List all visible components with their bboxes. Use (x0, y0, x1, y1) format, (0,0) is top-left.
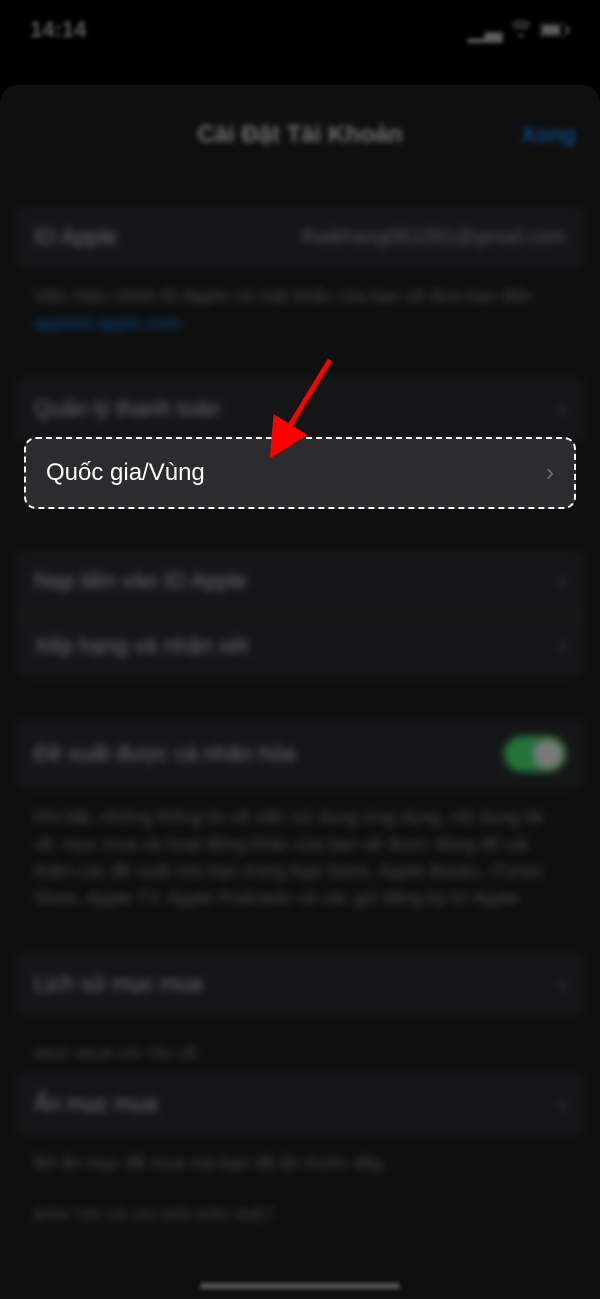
country-region-row[interactable]: Quốc gia/Vùng › (24, 437, 576, 509)
chevron-right-icon: › (558, 632, 566, 660)
hidden-purchases-label: Ẩn mục mua (34, 1091, 158, 1117)
apple-id-group: ID Apple thaikhang061091@gmail.com (14, 205, 586, 269)
add-funds-row[interactable]: Nạp tiền vào ID Apple › (14, 549, 586, 613)
wifi-icon (510, 17, 532, 43)
cellular-icon: ▁▃ (468, 17, 502, 43)
personalized-footer: Khi bật, những thông tin về việc sử dụng… (14, 804, 586, 912)
chevron-right-icon: › (546, 459, 554, 487)
personalized-recs-toggle[interactable] (504, 736, 566, 772)
modal-header: Cài Đặt Tài Khoản Xong (0, 105, 600, 165)
chevron-right-icon: › (558, 1090, 566, 1118)
ratings-reviews-label: Xếp hạng và nhận xét (34, 633, 248, 659)
chevron-right-icon: › (558, 567, 566, 595)
add-funds-label: Nạp tiền vào ID Apple (34, 568, 247, 594)
chevron-right-icon: › (558, 395, 566, 423)
newsletter-section-header: BẢN TIN VÀ ƯU ĐÃI ĐẶC BIỆT (14, 1177, 586, 1233)
apple-id-row[interactable]: ID Apple thaikhang061091@gmail.com (14, 205, 586, 269)
hidden-purchases-row[interactable]: Ẩn mục mua › (14, 1072, 586, 1136)
status-bar: 14:14 ▁▃ (0, 0, 600, 60)
personalized-recs-label: Đề xuất được cá nhân hóa (34, 741, 296, 767)
status-time: 14:14 (30, 17, 86, 43)
purchases-section-header: MỤC MUA VÀ TẢI VỀ (14, 1016, 586, 1072)
apple-id-footer: Việc hiệu chỉnh ID Apple và mật khẩu của… (14, 283, 586, 337)
personalized-recs-row[interactable]: Đề xuất được cá nhân hóa (14, 718, 586, 790)
apple-id-label: ID Apple (34, 224, 117, 250)
status-indicators: ▁▃ (468, 17, 570, 43)
purchase-history-label: Lịch sử mục mua (34, 971, 203, 997)
battery-icon (540, 17, 570, 43)
done-button[interactable]: Xong (521, 122, 576, 148)
apple-id-value: thaikhang061091@gmail.com (301, 226, 566, 249)
payment-group: Quản lý thanh toán › (14, 377, 586, 441)
country-region-label: Quốc gia/Vùng (46, 459, 205, 487)
appleid-link[interactable]: appleid.apple.com (34, 313, 180, 333)
hidden-purchases-group: Ẩn mục mua › (14, 1072, 586, 1136)
purchase-history-group: Lịch sử mục mua › (14, 952, 586, 1016)
manage-payments-label: Quản lý thanh toán (34, 396, 220, 422)
page-title: Cài Đặt Tài Khoản (197, 121, 402, 149)
hidden-purchases-footer: Bỏ ẩn mục đã mua mà bạn đã ẩn trước đây. (14, 1150, 586, 1177)
personalized-group: Đề xuất được cá nhân hóa (14, 718, 586, 790)
chevron-right-icon: › (558, 970, 566, 998)
home-indicator (200, 1283, 400, 1289)
account-settings-modal: Cài Đặt Tài Khoản Xong ID Apple thaikhan… (0, 85, 600, 1299)
ratings-reviews-row[interactable]: Xếp hạng và nhận xét › (14, 613, 586, 678)
funds-ratings-group: Nạp tiền vào ID Apple › Xếp hạng và nhận… (14, 549, 586, 678)
purchase-history-row[interactable]: Lịch sử mục mua › (14, 952, 586, 1016)
manage-payments-row[interactable]: Quản lý thanh toán › (14, 377, 586, 441)
